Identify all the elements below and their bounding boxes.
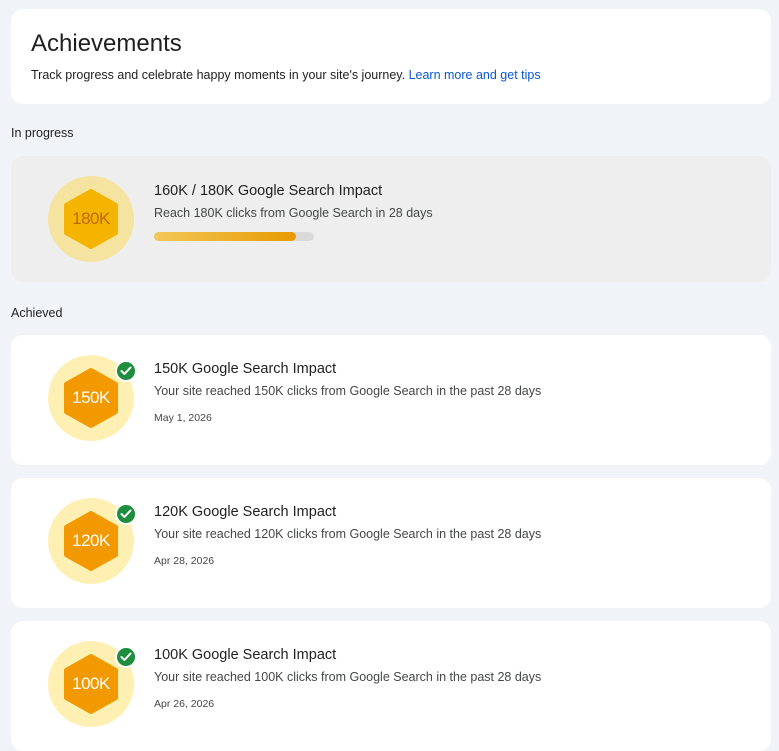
achievement-date: May 1, 2026 bbox=[154, 412, 212, 424]
badge-label: 180K bbox=[72, 209, 110, 228]
achieved-body: 120K Google Search Impact Your site reac… bbox=[154, 503, 541, 567]
badge-label: 100K bbox=[72, 674, 110, 693]
achievement-description: Your site reached 100K clicks from Googl… bbox=[154, 670, 542, 684]
hexagon-badge-icon: 100K bbox=[63, 654, 119, 714]
section-label-achieved: Achieved bbox=[11, 306, 63, 320]
check-circle-icon bbox=[115, 646, 137, 668]
check-circle-icon bbox=[115, 360, 137, 382]
achieved-body: 150K Google Search Impact Your site reac… bbox=[154, 360, 541, 424]
section-label-in-progress: In progress bbox=[11, 126, 74, 140]
progress-bar bbox=[154, 232, 314, 241]
achievement-description: Your site reached 150K clicks from Googl… bbox=[154, 384, 542, 398]
achievement-badge: 180K bbox=[48, 176, 134, 262]
page-title: Achievements bbox=[31, 30, 182, 57]
badge-label: 120K bbox=[72, 531, 110, 550]
achievement-title: 120K Google Search Impact bbox=[154, 504, 337, 520]
achieved-body: 100K Google Search Impact Your site reac… bbox=[154, 646, 541, 710]
hexagon-badge-icon: 150K bbox=[63, 368, 119, 428]
hexagon-badge-icon: 120K bbox=[63, 511, 119, 571]
achievement-date: Apr 28, 2026 bbox=[154, 555, 215, 567]
achieved-card[interactable]: 150K 150K Google Search Impact Your site… bbox=[11, 335, 771, 465]
achievement-title: 100K Google Search Impact bbox=[154, 647, 337, 663]
learn-more-link[interactable]: Learn more and get tips bbox=[409, 68, 541, 82]
achievements-header: Achievements Track progress and celebrat… bbox=[11, 9, 771, 104]
in-progress-card[interactable]: 180K 160K / 180K Google Search Impact Re… bbox=[11, 156, 771, 282]
hexagon-badge-icon: 180K bbox=[63, 189, 119, 249]
achievement-description: Your site reached 120K clicks from Googl… bbox=[154, 527, 542, 541]
in-progress-body: 160K / 180K Google Search Impact Reach 1… bbox=[154, 182, 433, 241]
achievement-title: 150K Google Search Impact bbox=[154, 361, 337, 377]
achievement-title: 160K / 180K Google Search Impact bbox=[154, 183, 383, 199]
achieved-card[interactable]: 120K 120K Google Search Impact Your site… bbox=[11, 478, 771, 608]
page-subtitle-text: Track progress and celebrate happy momen… bbox=[31, 68, 406, 82]
achieved-card[interactable]: 100K 100K Google Search Impact Your site… bbox=[11, 621, 771, 751]
progress-bar-fill bbox=[154, 232, 297, 241]
achievement-description: Reach 180K clicks from Google Search in … bbox=[154, 206, 433, 220]
badge-label: 150K bbox=[72, 388, 110, 407]
achievement-date: Apr 26, 2026 bbox=[154, 698, 215, 710]
check-circle-icon bbox=[115, 503, 137, 525]
page-subtitle: Track progress and celebrate happy momen… bbox=[31, 67, 751, 83]
